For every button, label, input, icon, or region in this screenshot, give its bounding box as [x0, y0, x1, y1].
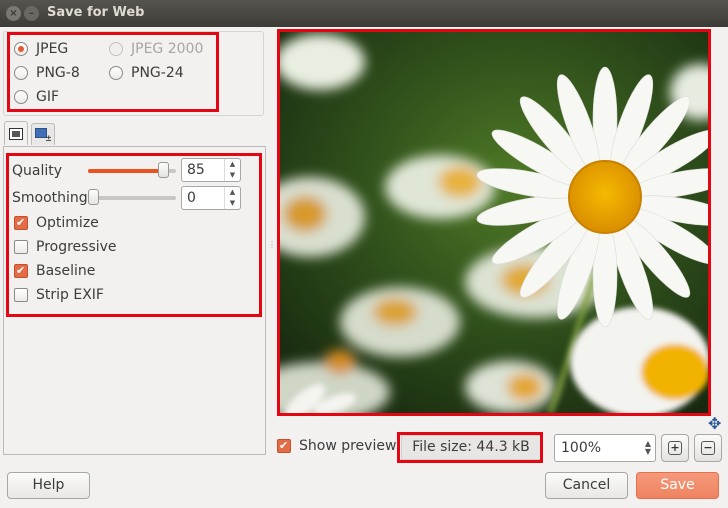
preview-highlight [277, 29, 711, 416]
image-settings-icon [9, 127, 23, 140]
checkbox[interactable] [277, 439, 291, 453]
close-window-button[interactable]: × [6, 6, 21, 21]
window-title: Save for Web [47, 5, 145, 20]
zoom-out-icon: − [701, 441, 715, 455]
move-icon[interactable]: ✥ [708, 414, 721, 433]
format-highlight [7, 32, 219, 112]
minimize-window-button[interactable]: – [24, 6, 39, 21]
help-button[interactable]: Help [7, 472, 90, 499]
svg-text:±: ± [45, 134, 51, 142]
options-highlight [6, 153, 262, 317]
zoom-value: 100% [561, 440, 602, 456]
save-button[interactable]: Save [636, 472, 719, 499]
zoom-select[interactable]: 100% ▲ ▼ [554, 434, 656, 462]
title-bar: × – Save for Web [0, 0, 728, 27]
zoom-in-icon: + [668, 441, 682, 455]
tab-image-resize[interactable]: ± [31, 123, 55, 145]
tab-image-settings[interactable] [4, 121, 28, 145]
show-preview-label: Show preview [299, 438, 397, 454]
file-size-highlight [397, 432, 543, 463]
image-resize-icon: ± [35, 127, 51, 142]
cancel-button[interactable]: Cancel [545, 472, 628, 499]
chevron-up-down-icon: ▲ ▼ [644, 439, 651, 456]
show-preview-checkbox[interactable]: Show preview [277, 438, 396, 454]
splitter-handle[interactable]: ⋮ [268, 240, 276, 252]
zoom-out-button[interactable]: − [694, 434, 722, 462]
zoom-in-button[interactable]: + [661, 434, 689, 462]
